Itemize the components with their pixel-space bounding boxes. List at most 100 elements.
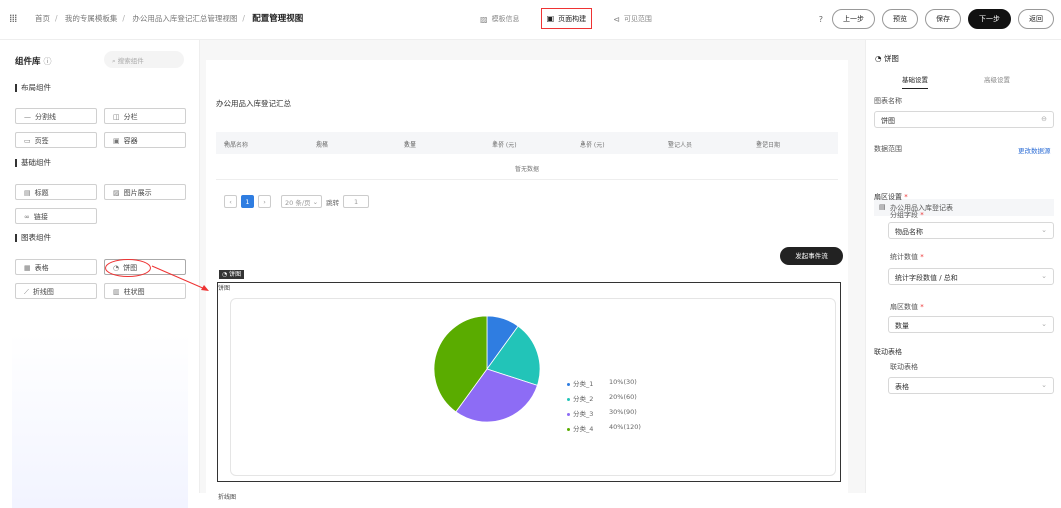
legend-item[interactable]: 分类_4 40%(120) — [567, 423, 641, 433]
widget-label: 页签 — [34, 137, 49, 145]
col-header[interactable]: 数量 ⇕ ▽ — [404, 140, 416, 149]
step-page-build[interactable]: ▣ 页面构建 — [540, 8, 593, 29]
line-widget-label: 折线图 — [218, 494, 237, 501]
section-basic: 基础组件 — [15, 159, 51, 167]
preview-button[interactable]: 预览 — [882, 9, 918, 29]
pagination: ‹ 1 › 20 条/页 ⌄ 跳转 1 — [224, 195, 370, 208]
breadcrumb-view[interactable]: 办公用品入库登记汇总管理视图 — [132, 14, 237, 23]
top-actions: ? 上一步 预览 保存 下一步 返回 — [819, 9, 1054, 29]
widget-columns[interactable]: ◫ 分栏 — [104, 108, 186, 124]
widget-table[interactable]: ▦ 表格 — [15, 259, 97, 275]
col-header[interactable]: 登记人员 ▽ — [668, 140, 692, 149]
legend-item[interactable]: 分类_3 30%(90) — [567, 408, 637, 418]
widget-container[interactable]: ▣ 容器 — [104, 132, 186, 148]
next-step-button[interactable]: 下一步 — [968, 9, 1011, 29]
pie-widget-tag: ◔ 饼图 — [219, 270, 245, 279]
chevron-down-icon: ⌄ — [312, 197, 319, 206]
table-header: 物品名称 ⇕ ▽ 规格 ⇕ ▽ 数量 ⇕ ▽ 单价 (元) ⇕ ▽ 总价 (元)… — [216, 132, 838, 154]
step-template-info[interactable]: ▨ 模板信息 — [475, 8, 525, 30]
stat-value-label: 统计数值 * — [890, 253, 924, 261]
breadcrumb-template-set[interactable]: 我的专属模板集 — [65, 14, 118, 23]
widget-label: 分栏 — [123, 113, 138, 121]
jump-input[interactable]: 1 — [343, 195, 370, 208]
legend-value: 10%(30) — [609, 378, 637, 386]
library-title-text: 组件库 — [15, 57, 41, 67]
legend-value: 40%(120) — [609, 423, 641, 431]
widget-label: 图片展示 — [123, 189, 152, 197]
legend-dot-icon — [567, 412, 570, 416]
widget-image[interactable]: ▨ 图片展示 — [104, 184, 186, 200]
pie-chart — [433, 315, 541, 423]
help-icon[interactable]: ? — [819, 15, 823, 24]
widget-label: 折线图 — [32, 288, 54, 296]
library-title: 组件库 ⓘ — [15, 55, 51, 67]
col-header-label: 登记人员 — [668, 141, 693, 149]
chevron-down-icon: ⌄ — [1041, 320, 1047, 328]
image-icon: ▨ — [480, 14, 488, 24]
breadcrumb-home[interactable]: 首页 — [35, 14, 50, 23]
save-button[interactable]: 保存 — [925, 9, 961, 29]
next-page-button[interactable]: › — [258, 195, 271, 208]
col-header[interactable]: 规格 ⇕ ▽ — [316, 140, 328, 149]
back-button[interactable]: 返回 — [1018, 9, 1054, 29]
stat-value-text: 统计数值 — [890, 253, 918, 261]
col-header[interactable]: 单价 (元) ⇕ ▽ — [492, 140, 517, 149]
pie-tag-text: 饼图 — [229, 271, 242, 278]
pie-highlight-circle — [105, 259, 151, 277]
group-field-text: 分组字段 — [890, 211, 918, 219]
tabs-icon: ▭ — [24, 137, 31, 145]
step-visible-scope[interactable]: ⊲ 可见范围 — [608, 8, 657, 30]
settings-tabs: 基础设置 高级设置 — [866, 74, 1061, 90]
apps-grid-icon[interactable]: ⁞⁞⁞ — [9, 12, 17, 25]
section-layout: 布局组件 — [15, 84, 51, 92]
widget-divider[interactable]: — 分割线 — [15, 108, 97, 124]
legend-dot-icon — [567, 427, 570, 431]
prev-page-button[interactable]: ‹ — [224, 195, 237, 208]
start-event-flow-button[interactable]: 发起事件流 — [780, 247, 843, 265]
breadcrumb-current: 配置管理视图 — [252, 14, 304, 24]
pie-widget-label: 饼图 — [218, 285, 231, 292]
tab-advanced-settings[interactable]: 高级设置 — [984, 74, 1010, 84]
col-header-label: 总价 (元) — [580, 141, 605, 149]
widget-heading[interactable]: ▤ 标题 — [15, 184, 97, 200]
col-header[interactable]: 物品名称 ⇕ ▽ — [224, 140, 248, 149]
pie-chart-icon: ◔ — [222, 271, 228, 278]
drag-arrow — [151, 265, 209, 291]
linkage-label: 联动表格 — [890, 363, 918, 371]
chart-name-input[interactable]: 饼图 ⊖ — [874, 111, 1054, 128]
linkage-title: 联动表格 — [874, 348, 902, 356]
page-size-select[interactable]: 20 条/页 ⌄ — [281, 195, 323, 208]
jump-label: 跳转 — [326, 198, 340, 207]
page-number[interactable]: 1 — [241, 195, 254, 208]
help-icon[interactable]: ⓘ — [43, 57, 51, 66]
page-preview: 办公用品入库登记汇总 物品名称 ⇕ ▽ 规格 ⇕ ▽ 数量 ⇕ ▽ 单价 (元)… — [206, 60, 848, 501]
col-header[interactable]: 登记日期 ⇕ ▽ — [756, 140, 780, 149]
step-label: 模板信息 — [491, 15, 520, 23]
table-title: 办公用品入库登记汇总 — [216, 99, 291, 108]
sector-value-select[interactable]: 数量 ⌄ — [888, 316, 1054, 333]
component-search-input[interactable]: ⌕ 搜索组件 — [104, 51, 184, 68]
widget-line[interactable]: ⟋ 折线图 — [15, 283, 97, 299]
heading-icon: ▤ — [24, 189, 31, 197]
prev-step-button[interactable]: 上一步 — [832, 9, 875, 29]
clear-icon[interactable]: ⊖ — [1041, 115, 1047, 123]
tab-basic-settings[interactable]: 基础设置 — [902, 74, 928, 89]
line-chart-icon: ⟋ — [24, 288, 29, 296]
page-size-value: 20 条/页 — [285, 198, 311, 207]
widget-label: 容器 — [123, 137, 138, 145]
col-header[interactable]: 总价 (元) ⇕ ▽ — [580, 140, 605, 149]
group-field-select[interactable]: 物品名称 ⌄ — [888, 222, 1054, 239]
change-data-source-link[interactable]: 更改数据源 — [1018, 145, 1051, 155]
widget-label: 链接 — [33, 213, 48, 221]
legend-item[interactable]: 分类_1 10%(30) — [567, 378, 637, 388]
linkage-value: 表格 — [895, 383, 909, 391]
linkage-select[interactable]: 表格 ⌄ — [888, 377, 1054, 394]
widget-label: 标题 — [34, 189, 49, 197]
stat-value-select[interactable]: 统计字段数值 / 总和 ⌄ — [888, 268, 1054, 285]
legend-item[interactable]: 分类_2 20%(60) — [567, 393, 637, 403]
widget-link[interactable]: ∞ 链接 — [15, 208, 97, 224]
widget-tabs[interactable]: ▭ 页签 — [15, 132, 97, 148]
widget-label: 分割线 — [35, 113, 56, 121]
empty-state: 暂无数据 — [216, 154, 838, 180]
legend-label: 分类_3 — [573, 410, 594, 418]
